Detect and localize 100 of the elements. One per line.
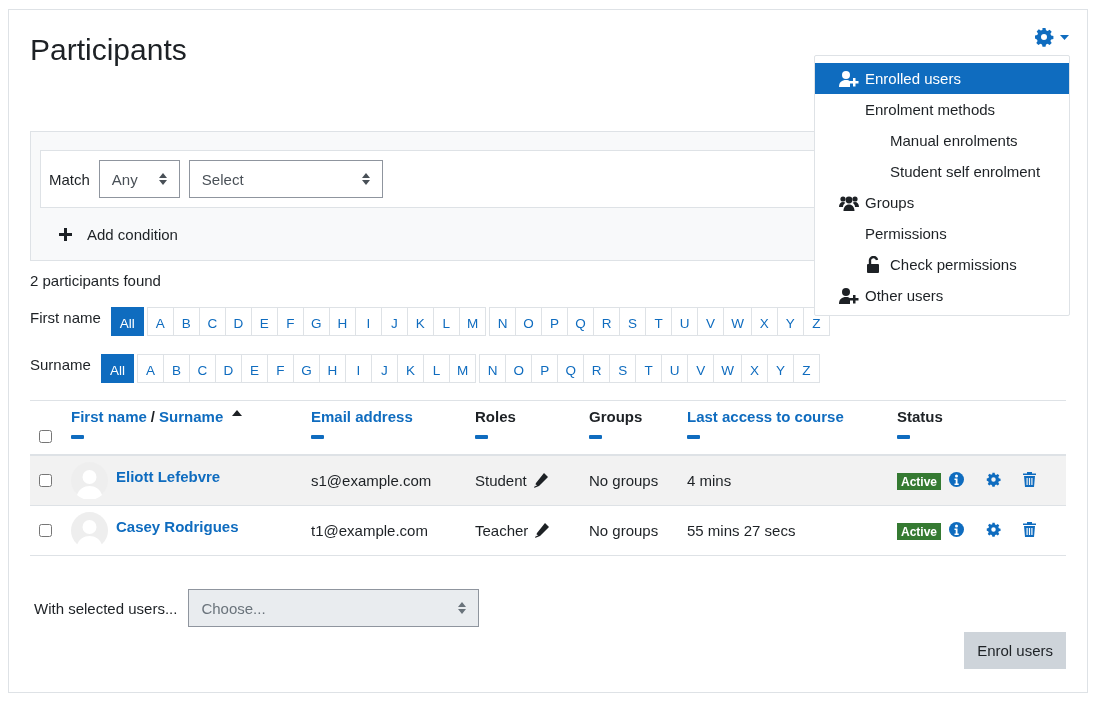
initial-filter-link[interactable]: S (619, 307, 647, 336)
email-text: t1@example.com (311, 522, 428, 539)
initial-filter-link[interactable]: Z (792, 354, 820, 383)
initial-filter-link[interactable]: X (750, 307, 778, 336)
initial-filter-link[interactable]: C (188, 354, 216, 383)
column-header: Groups (589, 408, 643, 425)
initial-filter-link[interactable]: K (396, 354, 424, 383)
initial-filter-link[interactable]: W (723, 307, 752, 336)
initial-filter-link[interactable]: G (292, 354, 320, 383)
column-sort-link[interactable]: Surname (159, 408, 224, 425)
initial-filter-link[interactable]: W (713, 354, 742, 383)
add-condition-button[interactable]: Add condition (59, 226, 178, 243)
initial-filter-link[interactable]: Q (567, 307, 595, 336)
sort-arrows-icon (361, 173, 370, 185)
initial-filter-link[interactable]: L (432, 307, 460, 336)
initial-filter-link[interactable]: P (531, 354, 559, 383)
page-title: Participants (30, 32, 187, 68)
row-checkbox[interactable] (39, 474, 52, 487)
menu-item[interactable]: Permissions (815, 218, 1069, 249)
role-text: Teacher (475, 522, 529, 539)
initial-filter-link[interactable]: X (740, 354, 768, 383)
column-sort-link[interactable]: Last access to course (687, 408, 844, 425)
column-sort-link[interactable]: Email address (311, 408, 413, 425)
initial-filter-link[interactable]: O (505, 354, 533, 383)
initial-filter-link[interactable]: M (458, 307, 487, 336)
menu-item[interactable]: Enrolled users (815, 63, 1069, 94)
initial-filter-link[interactable]: A (146, 307, 174, 336)
pencil-icon[interactable] (532, 473, 548, 488)
initial-filter-link[interactable]: S (609, 354, 637, 383)
initial-filter-link[interactable]: T (645, 307, 673, 336)
select-all-checkbox[interactable] (39, 430, 52, 443)
role-text: Student (475, 472, 527, 489)
initial-filter-link[interactable]: R (593, 307, 621, 336)
sort-arrows-icon (458, 602, 467, 614)
email-text: s1@example.com (311, 472, 432, 489)
initial-filter-link[interactable]: J (370, 354, 398, 383)
info-icon[interactable] (949, 471, 965, 487)
initial-filter-link[interactable]: U (671, 307, 699, 336)
initial-filter-link[interactable]: N (479, 354, 507, 383)
initial-filter-link[interactable]: B (162, 354, 190, 383)
initial-filter-link[interactable]: Q (557, 354, 585, 383)
initial-filter-link[interactable]: N (489, 307, 517, 336)
menu-item[interactable]: Manual enrolments (815, 125, 1069, 156)
initial-filter-link[interactable]: I (354, 307, 382, 336)
menu-item[interactable]: Groups (815, 187, 1069, 218)
initial-filter-link[interactable]: All (100, 354, 134, 383)
initial-filter-link[interactable]: E (240, 354, 268, 383)
column-sort-link[interactable]: First name (71, 408, 147, 425)
initial-filter-link[interactable]: J (380, 307, 408, 336)
initial-filter-link[interactable]: M (448, 354, 477, 383)
pencil-icon[interactable] (534, 523, 550, 538)
initial-filter-link[interactable]: F (276, 307, 304, 336)
initial-filter-link[interactable]: I (344, 354, 372, 383)
initial-filter-link[interactable]: A (136, 354, 164, 383)
initial-filter-link[interactable]: H (318, 354, 346, 383)
row-checkbox[interactable] (39, 524, 52, 537)
settings-icon[interactable] (986, 521, 1002, 537)
menu-item[interactable]: Enrolment methods (815, 94, 1069, 125)
column-header: Roles (475, 408, 516, 425)
initial-filter-link[interactable]: V (697, 307, 725, 336)
participants-count: 2 participants found (30, 272, 162, 289)
initial-filter-link[interactable]: Y (766, 354, 794, 383)
column-header: Status (897, 408, 943, 425)
initial-filter-link[interactable]: D (214, 354, 242, 383)
initial-filter-link[interactable]: K (406, 307, 434, 336)
initial-filter-link[interactable]: All (110, 307, 144, 336)
info-icon[interactable] (949, 521, 965, 537)
column-separator: / (150, 408, 156, 425)
enrol-users-button[interactable]: Enrol users (964, 632, 1066, 669)
initial-filter-link[interactable]: P (541, 307, 569, 336)
participant-name-link[interactable]: Casey Rodrigues (116, 518, 239, 535)
initial-filter-link[interactable]: R (583, 354, 611, 383)
initial-filter-link[interactable]: V (687, 354, 715, 383)
initial-filter-link[interactable]: Y (776, 307, 804, 336)
initial-filter-link[interactable]: L (422, 354, 450, 383)
trash-icon[interactable] (1023, 471, 1037, 487)
initial-filter-link[interactable]: E (250, 307, 278, 336)
match-select[interactable]: Any (98, 160, 180, 198)
settings-icon[interactable] (986, 471, 1002, 487)
status-badge: Active (897, 523, 942, 540)
initial-filter-link[interactable]: O (515, 307, 543, 336)
match-label: Match (49, 170, 90, 188)
initial-filter-link[interactable]: D (224, 307, 252, 336)
initials-label: Surname (30, 356, 91, 373)
initial-filter-link[interactable]: T (635, 354, 663, 383)
initials-label: First name (30, 309, 101, 326)
initial-filter-link[interactable]: B (172, 307, 200, 336)
participant-name-link[interactable]: Eliott Lefebvre (116, 468, 221, 485)
initial-filter-link[interactable]: C (198, 307, 226, 336)
menu-item[interactable]: Check permissions (815, 249, 1069, 280)
condition-select[interactable]: Select (188, 160, 383, 198)
trash-icon[interactable] (1023, 521, 1037, 537)
settings-menu-button[interactable] (1034, 27, 1069, 47)
initial-filter-link[interactable]: U (661, 354, 689, 383)
initial-filter-link[interactable]: G (302, 307, 330, 336)
initial-filter-link[interactable]: F (266, 354, 294, 383)
caret-icon (1060, 34, 1069, 40)
menu-item[interactable]: Student self enrolment (815, 156, 1069, 187)
bulk-action-label: With selected users... (34, 599, 178, 617)
initial-filter-link[interactable]: H (328, 307, 356, 336)
